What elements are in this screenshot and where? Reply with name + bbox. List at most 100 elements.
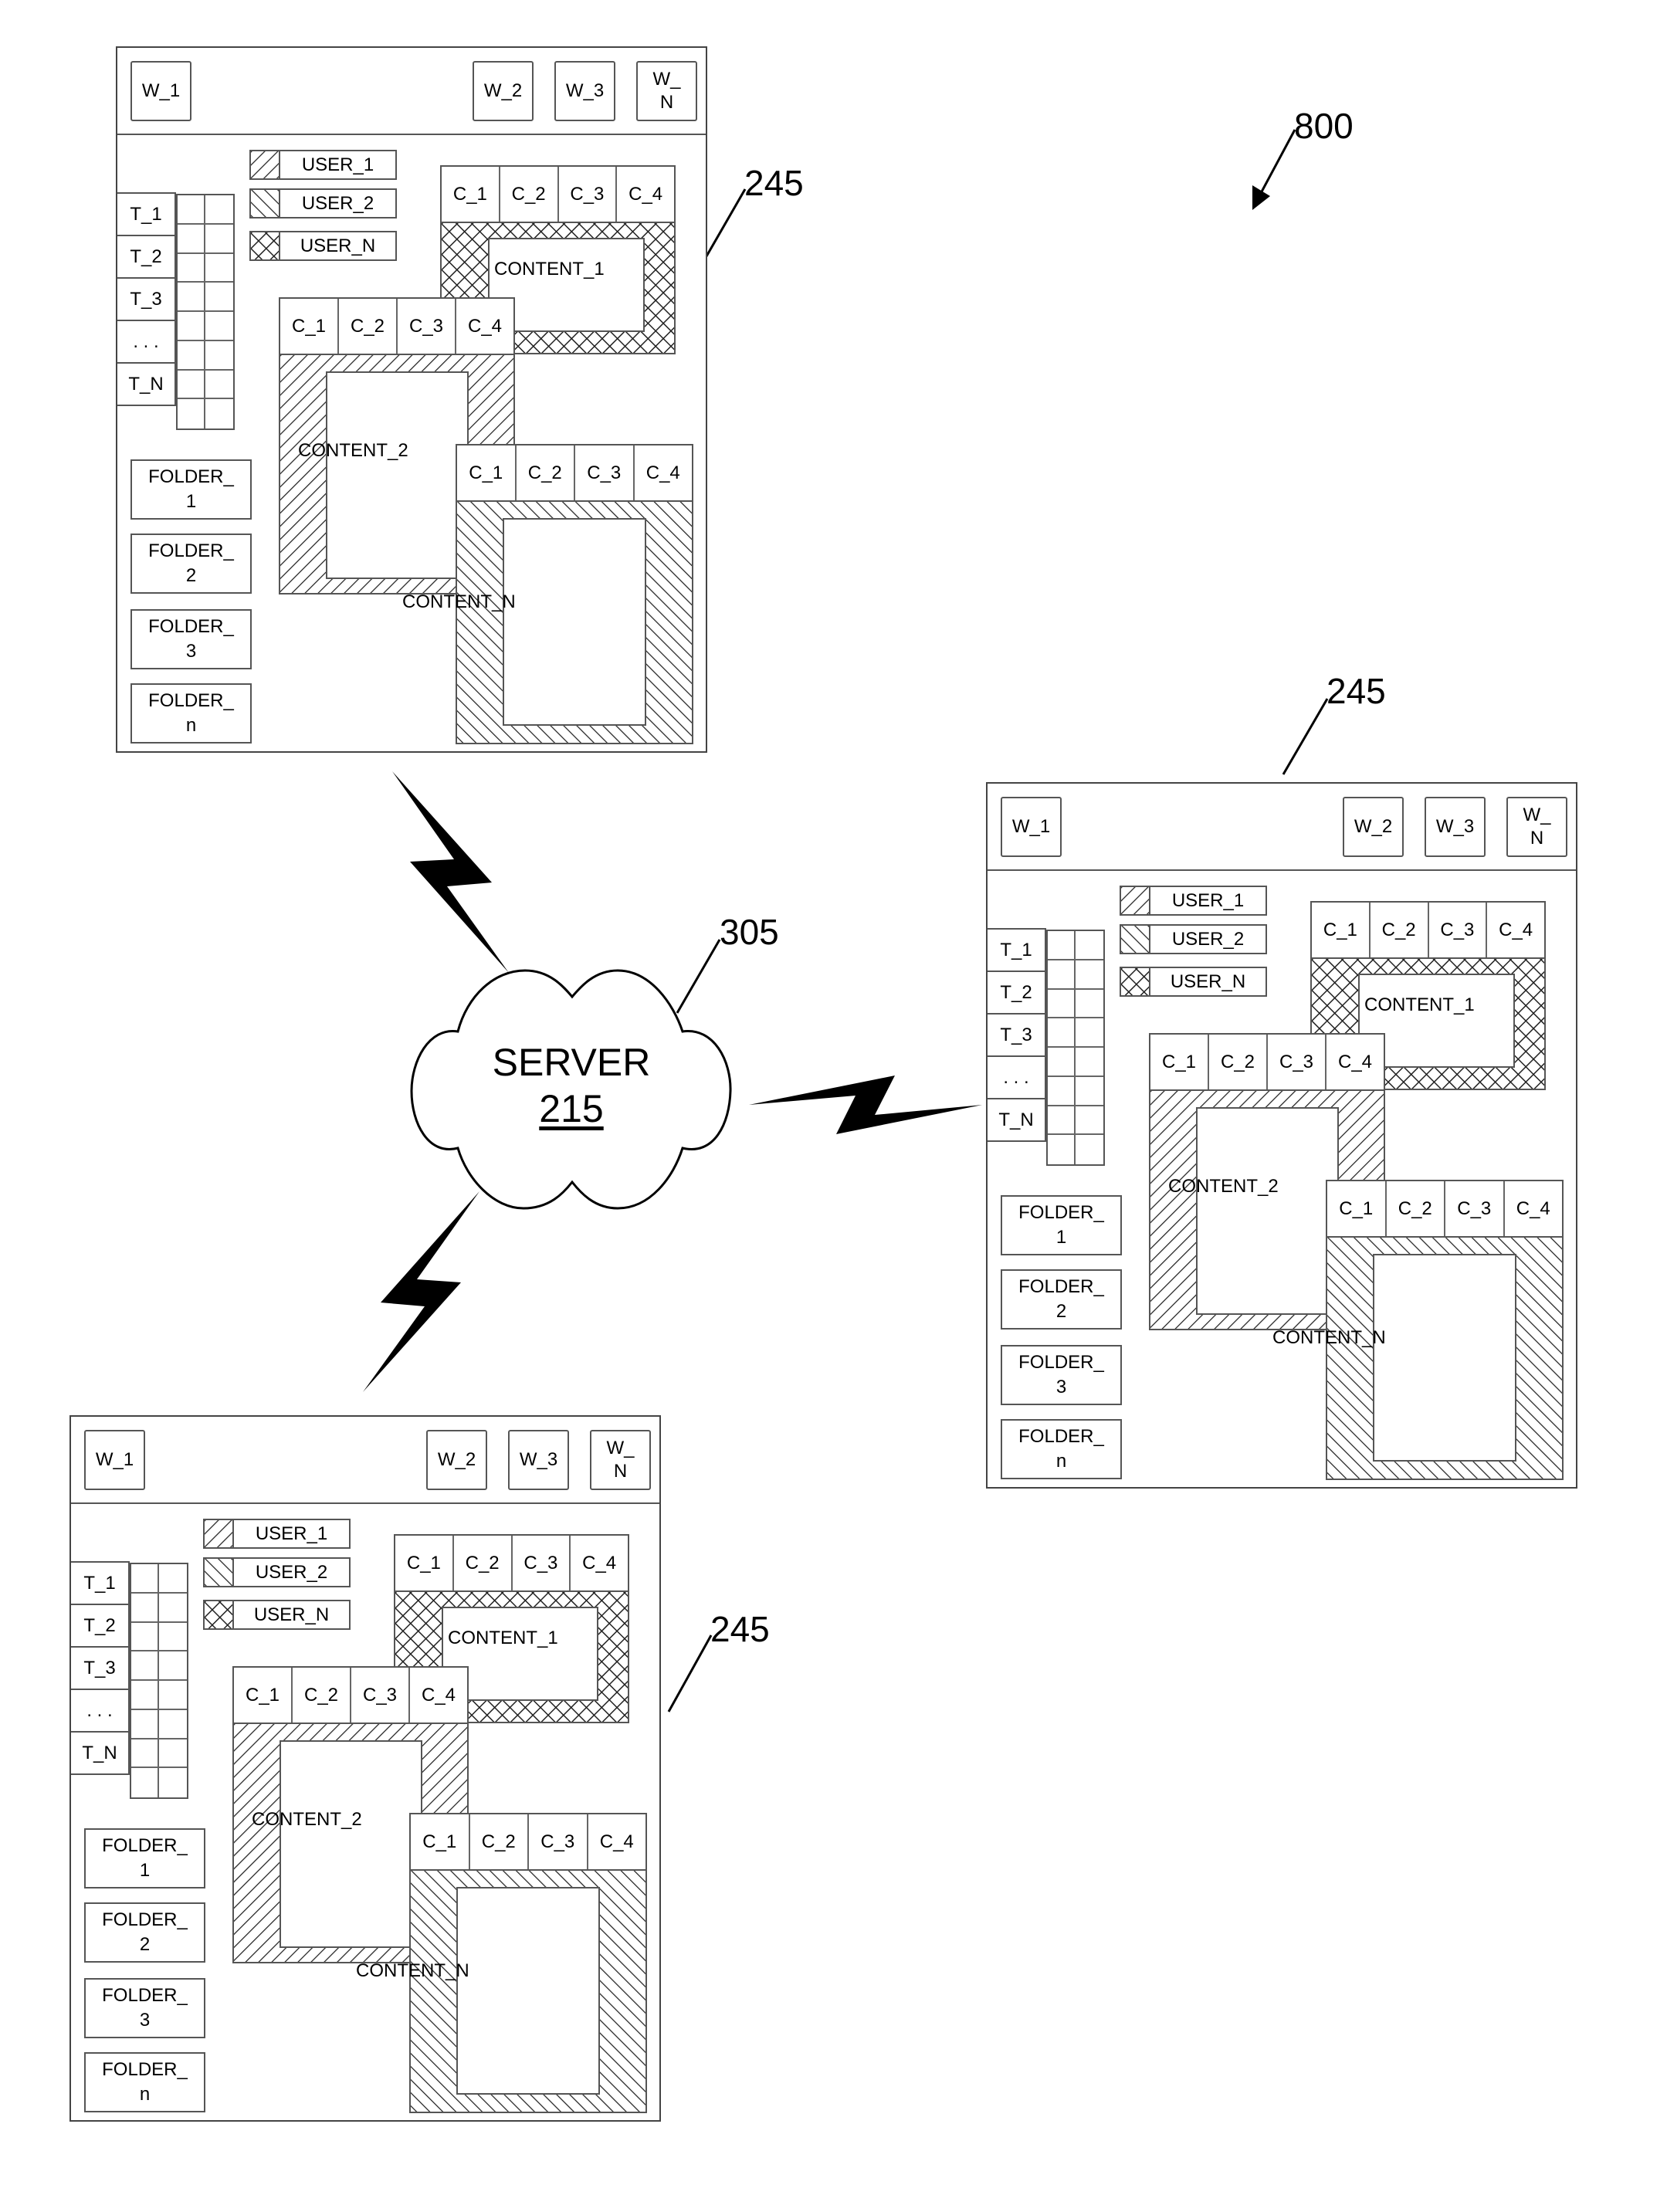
tab-grid-cell — [1076, 1135, 1103, 1164]
tab-item[interactable]: . . . — [988, 1055, 1046, 1099]
column-header-cell[interactable]: C_2 — [454, 1536, 513, 1590]
column-header-cell[interactable]: C_3 — [1429, 903, 1488, 957]
folder-button[interactable]: FOLDER_ 2 — [1001, 1269, 1122, 1330]
workspace-button-1[interactable]: W_1 — [1001, 797, 1062, 857]
workspace-button-2[interactable]: W_2 — [426, 1430, 487, 1490]
folder-button[interactable]: FOLDER_ 2 — [130, 534, 252, 594]
tab-item[interactable]: T_1 — [71, 1561, 130, 1605]
content-area[interactable] — [326, 371, 469, 579]
column-header-cell[interactable]: C_1 — [442, 167, 500, 222]
tab-item[interactable]: T_3 — [117, 277, 176, 321]
window-ref-leader-right — [1282, 698, 1329, 775]
folder-button[interactable]: FOLDER_ n — [1001, 1419, 1122, 1479]
column-header-cell[interactable]: C_2 — [339, 299, 398, 354]
folder-button[interactable]: FOLDER_ 3 — [84, 1978, 205, 2038]
folder-button[interactable]: FOLDER_ 1 — [84, 1828, 205, 1888]
tab-item[interactable]: T_1 — [988, 928, 1046, 972]
tab-grid-cell — [205, 195, 233, 225]
folder-button[interactable]: FOLDER_ 2 — [84, 1902, 205, 1963]
workspace-button-1[interactable]: W_1 — [130, 61, 191, 121]
tab-item[interactable]: T_N — [988, 1098, 1046, 1142]
column-header-cell[interactable]: C_1 — [457, 445, 517, 500]
column-header-cell[interactable]: C_2 — [1371, 903, 1429, 957]
content-area[interactable] — [1373, 1254, 1516, 1462]
content-column-header: C_1 C_2 C_3 C_4 — [394, 1534, 629, 1592]
folder-button[interactable]: FOLDER_ 1 — [1001, 1195, 1122, 1255]
tab-item[interactable]: T_N — [117, 362, 176, 406]
client-window: W_1 W_2 W_3 W_ N USER_1 USER_2 USER_N T_1 T_2 T_3… — [116, 46, 707, 753]
column-header-cell[interactable]: C_3 — [351, 1668, 410, 1723]
column-header-cell[interactable]: C_4 — [1326, 1035, 1384, 1089]
column-header-cell[interactable]: C_4 — [410, 1668, 467, 1723]
tab-item[interactable]: T_3 — [988, 1013, 1046, 1057]
tab-item[interactable]: T_2 — [71, 1604, 130, 1648]
column-header-cell[interactable]: C_1 — [1150, 1035, 1209, 1089]
column-header-cell[interactable]: C_3 — [1268, 1035, 1326, 1089]
content-panel-3[interactable]: C_1 C_2 C_3 C_4 CONTENT_N — [402, 444, 693, 744]
folder-button[interactable]: FOLDER_ n — [84, 2052, 205, 2112]
column-header-cell[interactable]: C_3 — [575, 445, 635, 500]
content-area[interactable] — [456, 1887, 600, 2095]
column-header-cell[interactable]: C_4 — [617, 167, 674, 222]
content-column-header: C_1 C_2 C_3 C_4 — [409, 1813, 647, 1871]
user-label: USER_N — [1170, 971, 1246, 992]
column-header-cell[interactable]: C_4 — [456, 299, 513, 354]
column-header-cell[interactable]: C_1 — [280, 299, 339, 354]
workspace-button-2[interactable]: W_2 — [473, 61, 534, 121]
user-color-swatch — [205, 1520, 234, 1547]
column-header-cell[interactable]: C_1 — [234, 1668, 293, 1723]
content-area[interactable] — [280, 1740, 422, 1948]
workspace-button-3[interactable]: W_3 — [1425, 797, 1486, 857]
column-header-cell[interactable]: C_2 — [293, 1668, 351, 1723]
workspace-button-3[interactable]: W_3 — [554, 61, 615, 121]
column-header-cell[interactable]: C_2 — [470, 1814, 529, 1869]
user-legend-item: USER_2 — [249, 188, 397, 218]
tab-item[interactable]: T_2 — [117, 235, 176, 279]
column-header-cell[interactable]: C_3 — [1445, 1181, 1505, 1236]
workspace-button-3[interactable]: W_3 — [508, 1430, 569, 1490]
tab-item[interactable]: . . . — [117, 320, 176, 364]
folder-button[interactable]: FOLDER_ 3 — [1001, 1345, 1122, 1405]
column-header-cell[interactable]: C_4 — [1487, 903, 1544, 957]
content-area[interactable] — [1196, 1107, 1339, 1315]
tab-item[interactable]: T_3 — [71, 1646, 130, 1690]
tab-item[interactable]: T_N — [71, 1731, 130, 1775]
column-header-cell[interactable]: C_4 — [635, 445, 693, 500]
column-header-cell[interactable]: C_4 — [571, 1536, 628, 1590]
client-window: W_1 W_2 W_3 W_ N USER_1 USER_2 USER_N T_1 T_2 T_3… — [69, 1415, 661, 2122]
tab-item[interactable]: T_2 — [988, 971, 1046, 1015]
folder-button[interactable]: FOLDER_ n — [130, 683, 252, 744]
content-panel-3[interactable]: C_1 C_2 C_3 C_4 CONTENT_N — [1272, 1180, 1564, 1480]
column-header-cell[interactable]: C_2 — [500, 167, 559, 222]
workspace-button-4[interactable]: W_ N — [636, 61, 697, 121]
content-label: CONTENT_1 — [494, 259, 605, 279]
workspace-button-4[interactable]: W_ N — [590, 1430, 651, 1490]
column-header-cell[interactable]: C_3 — [529, 1814, 588, 1869]
column-header-cell[interactable]: C_4 — [588, 1814, 646, 1869]
folder-button[interactable]: FOLDER_ 3 — [130, 609, 252, 669]
content-area[interactable] — [503, 518, 646, 726]
workspace-button-1[interactable]: W_1 — [84, 1430, 145, 1490]
hatch-right-swatch-icon — [1121, 887, 1149, 914]
column-header-cell[interactable]: C_1 — [395, 1536, 454, 1590]
column-header-cell[interactable]: C_1 — [1327, 1181, 1387, 1236]
window-ref-label-right: 245 — [1326, 671, 1386, 711]
tab-list: T_1 T_2 T_3. . . T_N — [117, 192, 176, 406]
column-header-cell[interactable]: C_3 — [559, 167, 618, 222]
column-header-cell[interactable]: C_4 — [1505, 1181, 1563, 1236]
tab-item[interactable]: . . . — [71, 1689, 130, 1733]
workspace-button-2[interactable]: W_2 — [1343, 797, 1404, 857]
tab-grid-cell — [1048, 1106, 1076, 1136]
content-panel-3[interactable]: C_1 C_2 C_3 C_4 CONTENT_N — [356, 1813, 647, 2113]
column-header-cell[interactable]: C_2 — [1387, 1181, 1445, 1236]
workspace-button-4[interactable]: W_ N — [1506, 797, 1567, 857]
wireless-link-right-icon — [749, 1076, 982, 1134]
column-header-cell[interactable]: C_3 — [513, 1536, 571, 1590]
tab-item[interactable]: T_1 — [117, 192, 176, 236]
column-header-cell[interactable]: C_2 — [517, 445, 575, 500]
column-header-cell[interactable]: C_1 — [411, 1814, 470, 1869]
column-header-cell[interactable]: C_2 — [1209, 1035, 1268, 1089]
folder-button[interactable]: FOLDER_ 1 — [130, 459, 252, 520]
column-header-cell[interactable]: C_3 — [398, 299, 456, 354]
column-header-cell[interactable]: C_1 — [1312, 903, 1371, 957]
